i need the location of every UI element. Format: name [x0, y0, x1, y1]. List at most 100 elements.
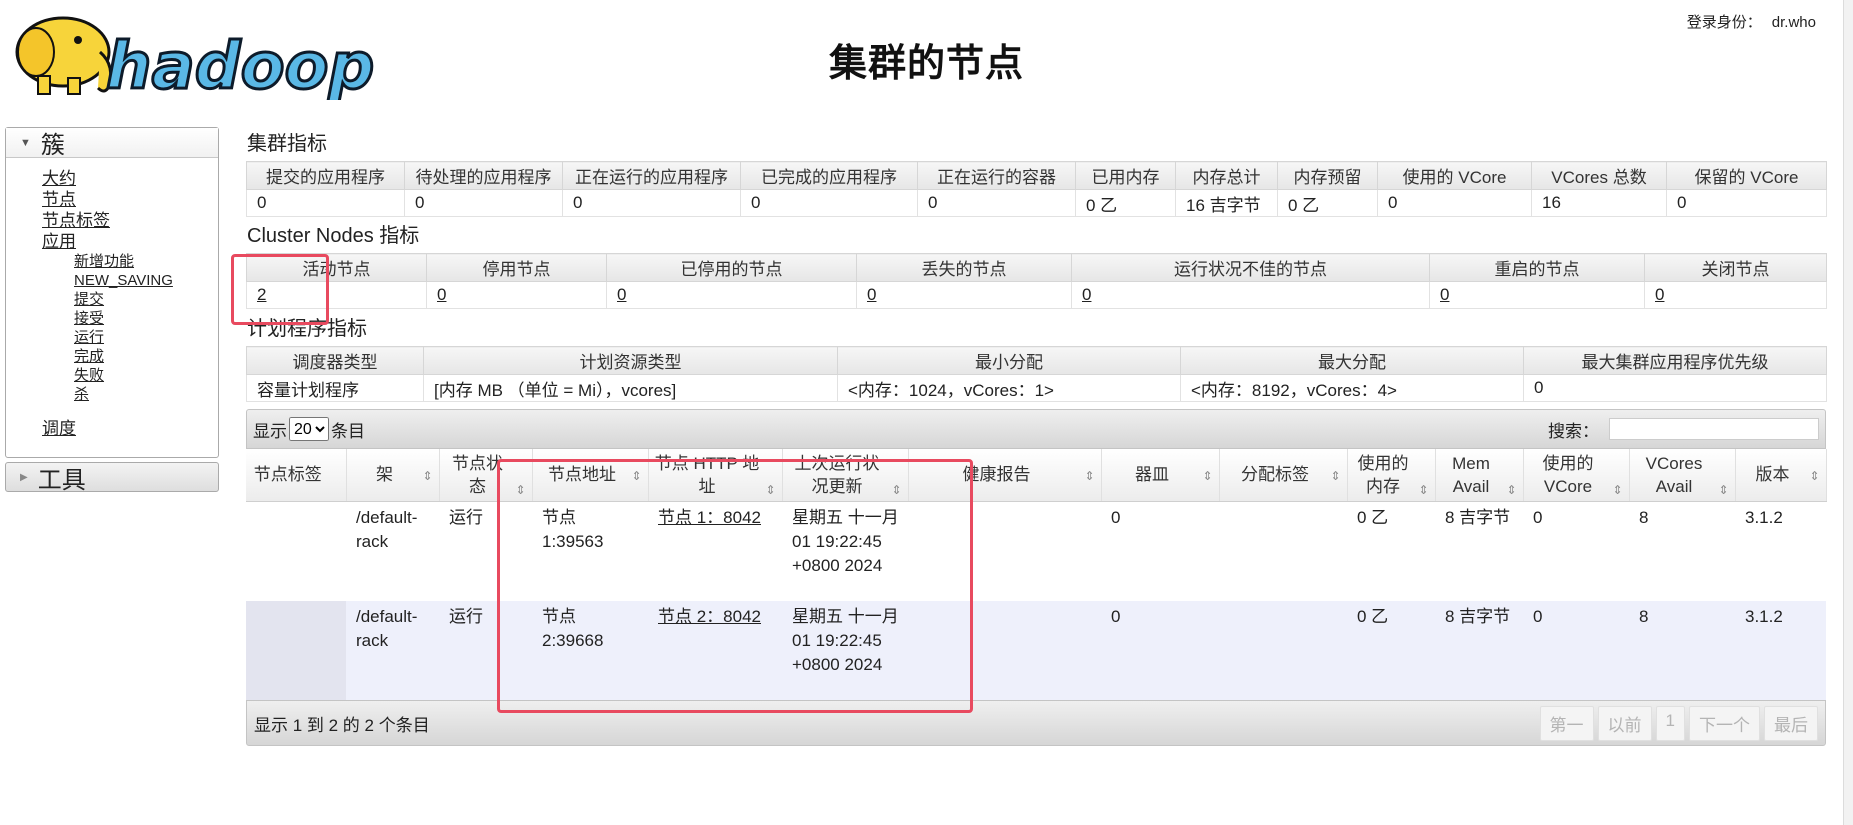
sidebar-link-new[interactable]: 新增功能 [74, 252, 218, 271]
col-memory-used: 已用内存 [1075, 161, 1176, 190]
sort-icon: ⇕ [891, 483, 902, 497]
sort-icon: ⇕ [515, 483, 526, 497]
unhealthy-nodes-link[interactable]: 0 [1082, 285, 1091, 304]
col-node-address[interactable]: 节点地址 ⇕ [532, 449, 649, 502]
version-cell: 3.1.2 [1735, 501, 1826, 601]
sidebar-link-new-saving[interactable]: NEW_SAVING [74, 271, 218, 290]
col-unhealthy-nodes: 运行状况不佳的节点 [1071, 253, 1430, 282]
decommissioned-nodes-link[interactable]: 0 [617, 285, 626, 304]
col-last-health-update[interactable]: 上次运行状况更新 ⇕ [782, 449, 909, 502]
sidebar: ▼ 簇 大约 节点 节点标签 应用 新增功能 NEW_SAVING 提交 接受 … [5, 127, 219, 458]
cluster-metrics-title: 集群指标 [247, 133, 327, 155]
sidebar-link-nodes[interactable]: 节点 [42, 189, 218, 210]
metric-value: 16 [1531, 189, 1667, 217]
col-health-report[interactable]: 健康报告 ⇕ [908, 449, 1102, 502]
metric-value: 0 [246, 189, 405, 217]
col-max-priority: 最大集群应用程序优先级 [1523, 346, 1827, 375]
sidebar-link-running[interactable]: 运行 [74, 328, 218, 347]
node-label-cell [246, 601, 346, 701]
sidebar-link-accepted[interactable]: 接受 [74, 309, 218, 328]
cluster-metrics-row: 0 0 0 0 0 0 乙 16 吉字节 0 乙 0 16 0 [246, 189, 1827, 217]
node-metrics-row: 2 0 0 0 0 0 0 [246, 281, 1827, 309]
scheduler-metrics-title: 计划程序指标 [247, 318, 367, 340]
lost-nodes-link[interactable]: 0 [867, 285, 876, 304]
search-input[interactable] [1609, 418, 1819, 440]
active-nodes-link[interactable]: 2 [257, 285, 266, 304]
last-update-cell: 星期五 十一月 01 19:22:45 +0800 2024 [782, 601, 908, 701]
last-update-cell: 星期五 十一月 01 19:22:45 +0800 2024 [782, 501, 908, 601]
col-vcores-used[interactable]: 使用的 VCore ⇕ [1523, 449, 1630, 502]
sidebar-link-finished[interactable]: 完成 [74, 347, 218, 366]
metric-value: 16 吉字节 [1175, 189, 1278, 217]
metric-value: 0 乙 [1075, 189, 1176, 217]
page-size-select[interactable]: 20 [289, 417, 329, 441]
col-rack[interactable]: 架 ⇕ [346, 449, 440, 502]
col-mem-avail[interactable]: Mem Avail ⇕ [1435, 449, 1524, 502]
vertical-scrollbar[interactable] [1843, 0, 1853, 825]
col-version[interactable]: 版本 ⇕ [1735, 449, 1827, 502]
nodes-table-footer: 显示 1 到 2 的 2 个条目 第一 以前 1 下一个 最后 [246, 700, 1826, 746]
allocation-tags-cell [1219, 501, 1347, 601]
sort-icon: ⇕ [1330, 469, 1341, 483]
col-apps-completed: 已完成的应用程序 [740, 161, 918, 190]
col-allocation-tags[interactable]: 分配标签 ⇕ [1219, 449, 1348, 502]
sidebar-link-scheduler[interactable]: 调度 [42, 418, 218, 439]
scheduler-metrics-row: 容量计划程序 [内存 MB （单位 = Mi），vcores] <内存：1024… [246, 374, 1827, 402]
node-label-cell [246, 501, 346, 601]
col-vcores-total: VCores 总数 [1531, 161, 1667, 190]
col-vcores-avail[interactable]: VCores Avail ⇕ [1629, 449, 1736, 502]
node-http-link[interactable]: 节点 2：8042 [658, 607, 761, 626]
cluster-section-header[interactable]: ▼ 簇 [6, 128, 218, 159]
mem-used-cell: 0 乙 [1347, 601, 1435, 701]
col-active-nodes: 活动节点 [246, 253, 427, 282]
address-cell: 节点 1:39563 [532, 501, 648, 601]
caret-down-icon: ▼ [20, 136, 31, 149]
version-cell: 3.1.2 [1735, 601, 1826, 701]
metric-value: 0 [740, 189, 918, 217]
col-max-allocation: 最大分配 [1180, 346, 1524, 375]
sidebar-link-node-labels[interactable]: 节点标签 [42, 210, 218, 231]
sidebar-link-failed[interactable]: 失败 [74, 366, 218, 385]
sort-icon: ⇕ [1809, 469, 1820, 483]
col-mem-used[interactable]: 使用的内存 ⇕ [1347, 449, 1436, 502]
sidebar-link-about[interactable]: 大约 [42, 168, 218, 189]
page-1-button[interactable]: 1 [1655, 705, 1685, 741]
col-rebooted-nodes: 重启的节点 [1429, 253, 1645, 282]
shutdown-nodes-link[interactable]: 0 [1655, 285, 1664, 304]
sort-icon: ⇕ [1202, 469, 1213, 483]
decommissioning-nodes-link[interactable]: 0 [437, 285, 446, 304]
mem-avail-cell: 8 吉字节 [1435, 501, 1523, 601]
metric-value: 0 [917, 189, 1076, 217]
sidebar-link-killed[interactable]: 杀 [74, 385, 218, 404]
col-node-labels[interactable]: 节点标签 [246, 449, 347, 502]
containers-cell: 0 [1101, 501, 1219, 601]
state-cell: 运行 [439, 501, 532, 601]
http-address-cell: 节点 1：8042 [648, 501, 782, 601]
mem-used-cell: 0 乙 [1347, 501, 1435, 601]
table-row: /default-rack 运行 节点 2:39668 节点 2：8042 星期… [246, 601, 1826, 701]
cluster-section-label: 簇 [40, 132, 65, 159]
node-http-link[interactable]: 节点 1：8042 [658, 508, 761, 527]
show-label: 显示 [253, 421, 287, 441]
sort-icon: ⇕ [1418, 483, 1429, 497]
node-metrics-title: Cluster Nodes 指标 [247, 225, 420, 247]
col-node-http-address[interactable]: 节点 HTTP 地址 ⇕ [648, 449, 783, 502]
sidebar-link-submitted[interactable]: 提交 [74, 290, 218, 309]
pagination: 第一 以前 1 下一个 最后 [1539, 705, 1818, 741]
scheduler-value: 容量计划程序 [246, 374, 424, 402]
col-apps-running: 正在运行的应用程序 [562, 161, 741, 190]
col-node-state[interactable]: 节点状态 ⇕ [439, 449, 533, 502]
first-page-button[interactable]: 第一 [1539, 705, 1594, 741]
page-title: 集群的节点 [828, 43, 1024, 85]
rebooted-nodes-link[interactable]: 0 [1440, 285, 1449, 304]
col-containers[interactable]: 器皿 ⇕ [1101, 449, 1220, 502]
tools-section-header[interactable]: ▶ 工具 [5, 462, 219, 494]
scheduler-value: 0 [1523, 374, 1827, 402]
col-apps-submitted: 提交的应用程序 [246, 161, 405, 190]
next-page-button[interactable]: 下一个 [1689, 705, 1760, 741]
health-report-cell [908, 601, 1101, 701]
sidebar-link-apps[interactable]: 应用 [42, 231, 218, 252]
cluster-metrics-table: 提交的应用程序 待处理的应用程序 正在运行的应用程序 已完成的应用程序 正在运行… [246, 161, 1827, 217]
last-page-button[interactable]: 最后 [1764, 705, 1818, 741]
previous-page-button[interactable]: 以前 [1597, 705, 1652, 741]
